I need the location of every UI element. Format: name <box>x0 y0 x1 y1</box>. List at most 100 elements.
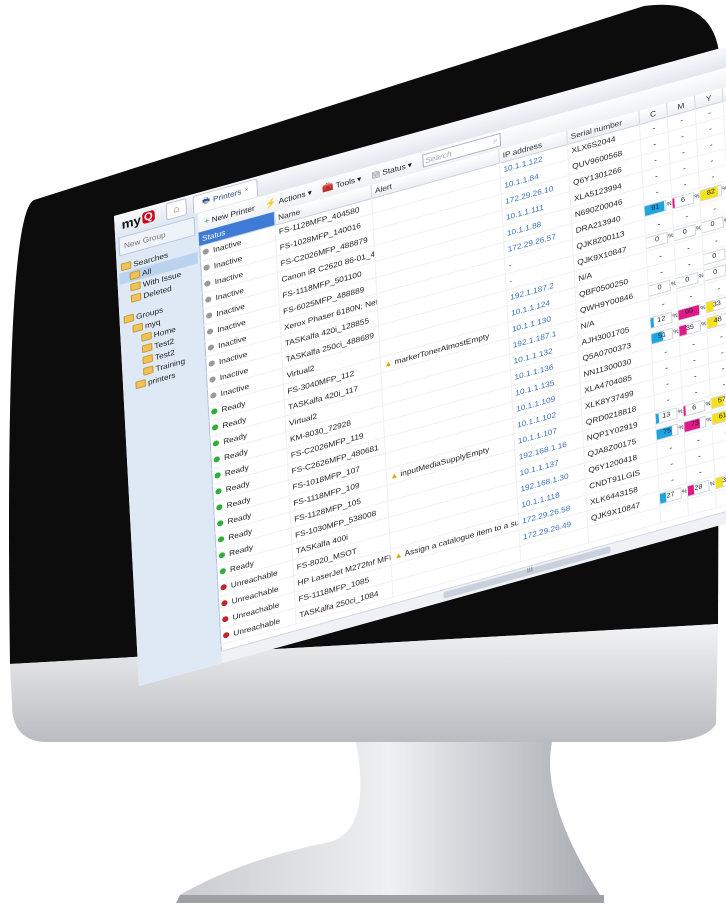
toner-level-text: - <box>712 203 717 213</box>
toner-level-fill <box>646 238 647 248</box>
toner-level-text: - <box>659 266 664 277</box>
toner-level-text: - <box>693 371 697 381</box>
toner-level-bar: 57 <box>710 391 726 410</box>
toner-level-text: - <box>708 123 712 133</box>
toner-level-fill <box>683 406 686 416</box>
toner-level-text: 0 <box>710 220 715 229</box>
toner-level-text: 51 <box>657 331 667 341</box>
toner-level-text: - <box>714 235 718 245</box>
toolbox-icon: 🧰 <box>321 180 334 194</box>
status-dot-icon <box>221 599 228 607</box>
toner-level-text: - <box>687 259 691 269</box>
home-icon: ⌂ <box>172 203 180 216</box>
chevron-down-icon: ▾ <box>407 159 413 170</box>
status-dot-icon <box>213 455 221 464</box>
toner-level-text: - <box>691 339 696 349</box>
toner-level-text: - <box>709 139 713 149</box>
toner-level-text: - <box>683 179 687 189</box>
toner-level-text: - <box>652 123 656 133</box>
toner-level-text: - <box>685 211 689 221</box>
tab-close-icon[interactable]: × <box>244 186 249 194</box>
toner-level-text: - <box>659 250 663 261</box>
toner-level-text: 0 <box>682 228 687 236</box>
toner-level-fill <box>703 255 705 265</box>
toner-level-text: 57 <box>717 395 726 405</box>
search-icon[interactable]: ⌕ <box>493 136 498 147</box>
toner-level-fill <box>655 413 659 424</box>
toner-level-text: - <box>670 474 675 484</box>
status-dot-icon <box>214 471 221 480</box>
toner-level-text: - <box>653 139 657 149</box>
plus-icon: + <box>203 215 210 227</box>
folder-icon <box>130 292 142 303</box>
toner-level-text: - <box>720 347 724 357</box>
toner-level-fill <box>649 286 650 296</box>
status-dot-icon <box>205 311 213 320</box>
status-icon: ▤ <box>371 167 381 180</box>
toner-level-text: - <box>686 243 691 253</box>
warning-icon: ▲ <box>394 549 403 561</box>
toner-level-text: - <box>717 283 721 293</box>
sidebar-tree: Searches All With Issue Deleted Groups myq Hom… <box>116 236 206 398</box>
toner-level-fill <box>672 198 675 209</box>
toner-level-text: - <box>666 394 670 404</box>
toner-level-fill <box>650 317 654 328</box>
toner-level-text: - <box>711 171 715 181</box>
status-dot-icon <box>222 615 229 623</box>
toner-level-text: - <box>719 331 723 341</box>
status-dot-icon <box>216 503 223 512</box>
toner-level-text: - <box>669 442 673 452</box>
toner-level-text: 28 <box>694 483 703 493</box>
toner-level-fill <box>702 223 703 233</box>
status-dot-icon <box>206 327 214 336</box>
toner-level-text: 35 <box>685 323 695 333</box>
toner-level-text: 0 <box>654 235 660 244</box>
toner-level-text: - <box>657 218 661 229</box>
toner-level-text: 12 <box>657 315 666 325</box>
toner-level-text: - <box>698 466 702 477</box>
status-dot-icon <box>208 359 215 368</box>
status-dot-icon <box>207 343 215 352</box>
status-dot-icon <box>218 551 226 559</box>
toner-level-text: 48 <box>713 315 722 325</box>
status-dot-icon <box>217 535 225 543</box>
toner-level-text: - <box>710 155 714 165</box>
toner-level-text: 0 <box>657 283 662 292</box>
toner-level-text: - <box>670 458 674 468</box>
toner-level-text: - <box>653 155 658 165</box>
toner-level-fill <box>676 278 678 289</box>
toner-level-text: - <box>681 147 685 157</box>
status-dot-icon <box>204 279 211 288</box>
toner-level-text: 27 <box>666 491 675 500</box>
status-dot-icon <box>219 567 227 575</box>
toner-level-text: - <box>697 434 701 445</box>
toner-level-text: - <box>655 186 659 197</box>
toner-level-text: - <box>689 291 693 301</box>
toner-level-text: - <box>680 115 684 125</box>
status-dot-icon <box>211 407 218 416</box>
status-dot-icon <box>215 487 222 496</box>
chevron-down-icon: ▾ <box>356 173 362 184</box>
toner-level-text: - <box>664 362 669 372</box>
toner-level-text: - <box>661 298 665 309</box>
toner-level-text: 35 <box>722 475 726 485</box>
toner-level-text: 13 <box>662 411 671 421</box>
toner-level-text: 0 <box>712 252 717 261</box>
status-dot-icon <box>220 583 227 591</box>
toner-level-text: - <box>654 171 658 181</box>
status-dot-icon <box>205 295 212 304</box>
chevron-down-icon: ▾ <box>307 187 313 198</box>
toner-level-fill <box>674 230 675 241</box>
toner-level-fill <box>704 270 706 281</box>
status-dot-icon <box>210 391 217 400</box>
lightning-icon: ⚡ <box>264 196 277 209</box>
toner-level-text: - <box>692 355 696 365</box>
toner-level-text: - <box>707 107 712 117</box>
status-dot-icon <box>209 375 216 384</box>
toner-level-text: - <box>682 163 686 173</box>
status-dot-icon <box>203 263 210 272</box>
status-dot-icon <box>212 439 220 448</box>
toner-level-text: - <box>722 379 726 389</box>
toner-level-text: 0 <box>712 268 718 277</box>
toner-level-text: - <box>665 378 670 388</box>
